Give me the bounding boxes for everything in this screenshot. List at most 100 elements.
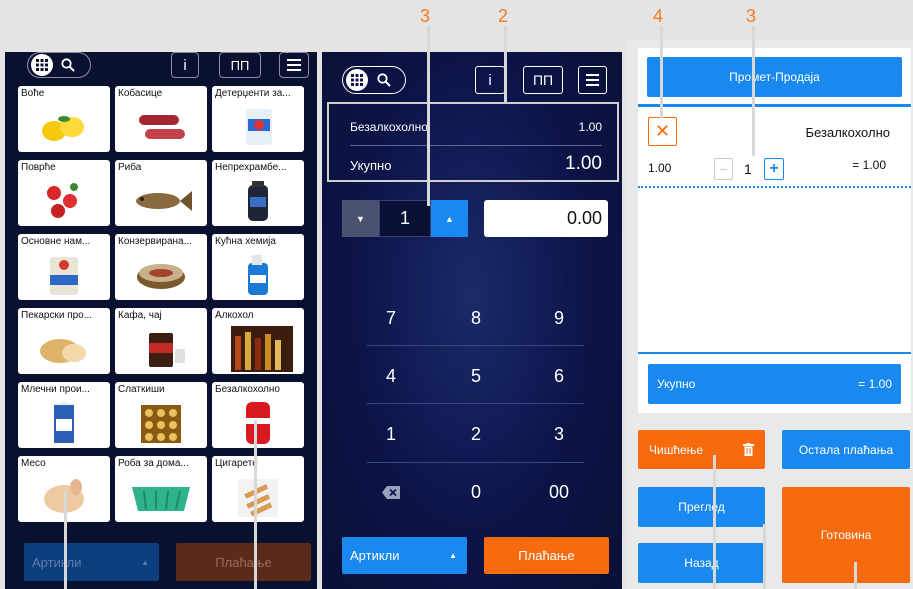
- sales-header-button[interactable]: Промет-Продаја: [647, 57, 902, 97]
- info-button[interactable]: i: [475, 66, 505, 94]
- callout-line: [854, 562, 857, 589]
- pp-button[interactable]: ПП: [219, 52, 261, 78]
- caret-up-icon: ▲: [445, 213, 454, 224]
- qty-field[interactable]: 1: [379, 200, 431, 237]
- category-tile[interactable]: Роба за дома...: [115, 456, 207, 522]
- category-tile[interactable]: Кобасице: [115, 86, 207, 152]
- articles-button[interactable]: Артикли ▲: [342, 537, 467, 574]
- info-icon: i: [183, 56, 187, 74]
- category-tile[interactable]: Слаткиши: [115, 382, 207, 448]
- pp-label: ПП: [230, 57, 250, 73]
- cola-icon: [212, 397, 304, 448]
- cash-button[interactable]: Готовина: [782, 487, 910, 583]
- category-tile[interactable]: Алкохол: [212, 308, 304, 374]
- category-tile[interactable]: Кућна хемија: [212, 234, 304, 300]
- item-total: = 1.00: [852, 158, 886, 172]
- category-tile[interactable]: Воће: [18, 86, 110, 152]
- category-label: Конзервирана...: [118, 236, 192, 247]
- keypad-key[interactable]: 1: [356, 414, 426, 454]
- category-panel: i ПП Воће Кобасице Детерџенти за... Поврће Р…: [5, 52, 317, 589]
- callout-line: [64, 490, 67, 589]
- category-label: Месо: [21, 458, 46, 469]
- category-tile[interactable]: Непрехрамбе...: [212, 160, 304, 226]
- clear-label: Чишћење: [649, 442, 704, 457]
- category-label: Риба: [118, 162, 142, 173]
- articles-button[interactable]: Артикли ▲: [24, 543, 159, 581]
- flour-icon: [18, 249, 110, 300]
- payment-button[interactable]: Плаћање: [484, 537, 609, 574]
- can-icon: [115, 249, 207, 300]
- milk-icon: [18, 397, 110, 448]
- keypad-key[interactable]: 8: [441, 298, 511, 338]
- menu-icon: [586, 74, 599, 86]
- total-label: Укупно: [657, 377, 696, 391]
- strawberries-icon: [18, 175, 110, 226]
- qty-decrease-button[interactable]: ▼: [342, 200, 379, 237]
- category-label: Детерџенти за...: [215, 88, 291, 99]
- category-tile[interactable]: Основне нам...: [18, 234, 110, 300]
- caret-up-icon: ▲: [141, 557, 149, 567]
- category-tile[interactable]: Конзервирана...: [115, 234, 207, 300]
- keypad-key[interactable]: 2: [441, 414, 511, 454]
- grid-icon[interactable]: [31, 54, 53, 76]
- backspace-icon: [382, 485, 400, 499]
- keypad-key[interactable]: 0: [441, 472, 511, 512]
- category-label: Млечни прои...: [21, 384, 90, 395]
- qty-increase-button[interactable]: ▲: [431, 200, 468, 237]
- category-tile[interactable]: Детерџенти за...: [212, 86, 304, 152]
- total-bar: Укупно = 1.00: [648, 364, 901, 404]
- category-tile[interactable]: Риба: [115, 160, 207, 226]
- keypad-key[interactable]: 6: [524, 356, 594, 396]
- info-button[interactable]: i: [171, 52, 199, 78]
- search-icon[interactable]: [61, 58, 75, 72]
- keypad-key[interactable]: 4: [356, 356, 426, 396]
- review-button[interactable]: Преглед: [638, 487, 765, 527]
- category-label: Цигарете: [215, 458, 258, 469]
- detergent-icon: [212, 101, 304, 152]
- callout-3-left: 3: [420, 6, 431, 26]
- keypad-key[interactable]: 7: [356, 298, 426, 338]
- back-button[interactable]: Назад: [638, 543, 765, 583]
- clear-button[interactable]: Чишћење: [638, 430, 765, 469]
- category-label: Непрехрамбе...: [215, 162, 287, 173]
- keypad-key[interactable]: 5: [441, 356, 511, 396]
- category-label: Роба за дома...: [118, 458, 189, 469]
- pp-label: ПП: [532, 72, 554, 88]
- amount-field[interactable]: 0.00: [484, 200, 608, 237]
- coffee-icon: [115, 323, 207, 374]
- keypad-key[interactable]: 9: [524, 298, 594, 338]
- keypad-key[interactable]: 3: [524, 414, 594, 454]
- backspace-key[interactable]: [356, 472, 426, 512]
- bottles-icon: [212, 323, 304, 374]
- receipt-card: [638, 48, 911, 413]
- category-tile[interactable]: Безалкохолно: [212, 382, 304, 448]
- qty-decrease-button[interactable]: −: [714, 158, 733, 180]
- category-tile[interactable]: Цигарете: [212, 456, 304, 522]
- callout-line: [254, 420, 257, 589]
- other-payments-button[interactable]: Остала плаћања: [782, 430, 910, 469]
- callout-line: [763, 524, 766, 589]
- grid-search-toggle[interactable]: [27, 52, 91, 78]
- menu-button[interactable]: [279, 52, 309, 78]
- callout-line: [752, 26, 755, 156]
- total-value: = 1.00: [858, 377, 892, 391]
- category-label: Пекарски про...: [21, 310, 93, 321]
- menu-button[interactable]: [578, 66, 607, 94]
- receipt-panel: Промет-Продаја ✕ Безалкохолно 1.00 − 1 +…: [627, 40, 913, 589]
- remove-item-button[interactable]: ✕: [648, 117, 677, 146]
- category-tile[interactable]: Кафа, чај: [115, 308, 207, 374]
- callout-line: [713, 455, 716, 589]
- payment-button[interactable]: Плаћање: [176, 543, 311, 581]
- item-name: Безалкохолно: [805, 125, 890, 140]
- category-label: Слаткиши: [118, 384, 165, 395]
- grid-search-toggle[interactable]: [342, 66, 406, 94]
- search-icon[interactable]: [377, 73, 391, 87]
- pp-button[interactable]: ПП: [523, 66, 563, 94]
- articles-label: Артикли: [32, 554, 82, 570]
- category-tile[interactable]: Млечни прои...: [18, 382, 110, 448]
- category-tile[interactable]: Поврће: [18, 160, 110, 226]
- keypad-key[interactable]: 00: [524, 472, 594, 512]
- qty-increase-button[interactable]: +: [764, 158, 784, 180]
- category-tile[interactable]: Пекарски про...: [18, 308, 110, 374]
- grid-icon[interactable]: [346, 69, 368, 91]
